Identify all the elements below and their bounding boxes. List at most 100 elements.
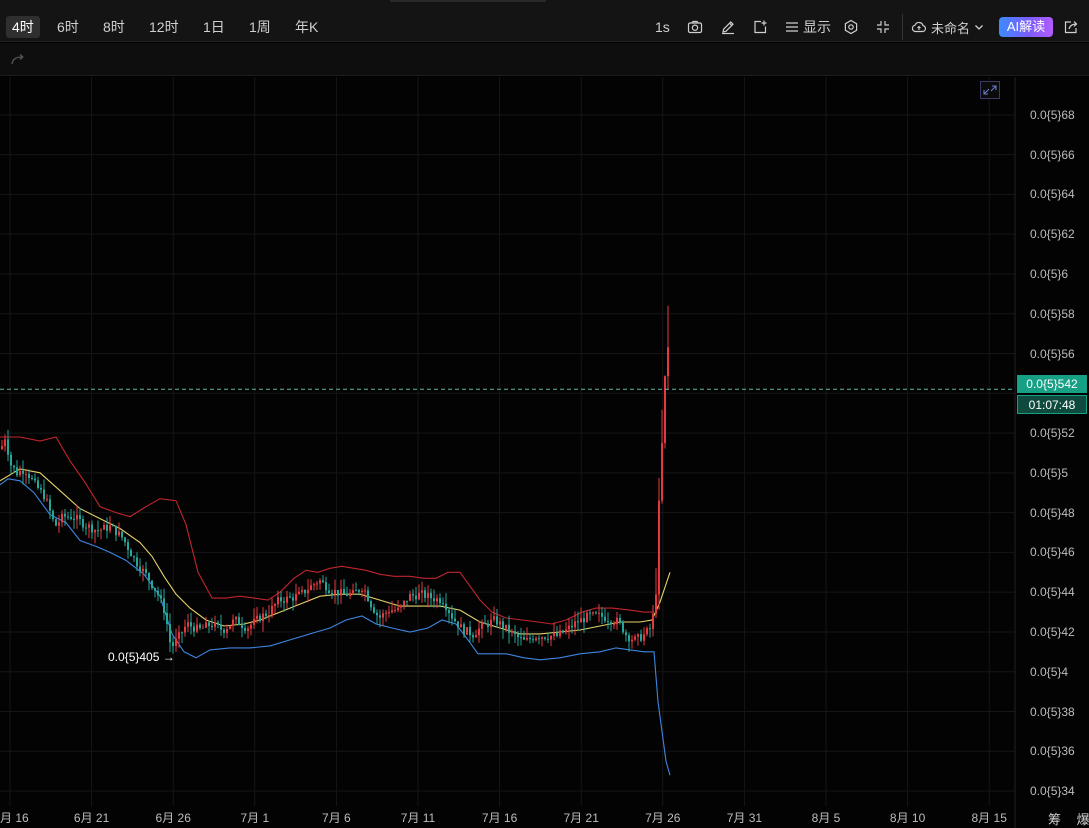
candle xyxy=(430,588,432,607)
screenshot-button[interactable] xyxy=(687,16,703,38)
candle-body xyxy=(457,621,459,628)
candle-body xyxy=(361,590,363,592)
interval-6h[interactable]: 6时 xyxy=(51,16,85,38)
candle xyxy=(445,593,447,617)
candle xyxy=(478,620,480,643)
candle xyxy=(97,520,99,538)
candle xyxy=(241,617,243,638)
candle-body xyxy=(142,568,144,572)
candle-body xyxy=(31,478,33,480)
candle xyxy=(76,504,78,529)
price-tick: 0.0{5}46 xyxy=(1030,545,1075,560)
replay-speed-button[interactable]: 1s xyxy=(655,16,670,38)
candle-body xyxy=(655,594,657,614)
candle-body xyxy=(289,596,291,598)
candle-body xyxy=(358,590,360,592)
candle xyxy=(88,521,90,539)
candle xyxy=(475,629,477,638)
candlestick-chart[interactable] xyxy=(0,77,1089,828)
candle-body xyxy=(481,622,483,629)
candle-body xyxy=(64,513,66,517)
candle-body xyxy=(259,615,261,622)
redo-button[interactable] xyxy=(10,52,26,71)
candle xyxy=(16,460,18,477)
candle xyxy=(202,624,204,629)
layout-selector[interactable]: 未命名 xyxy=(911,16,985,38)
interval-1w[interactable]: 1周 xyxy=(243,16,277,38)
candle xyxy=(625,629,627,642)
interval-12h[interactable]: 12时 xyxy=(143,16,185,38)
add-indicator-button[interactable] xyxy=(752,16,768,38)
candle-body xyxy=(193,626,195,632)
settings-icon xyxy=(844,19,858,35)
candle xyxy=(550,634,552,647)
price-tick: 0.0{5}44 xyxy=(1030,585,1075,600)
candle-body xyxy=(451,613,453,619)
price-tick: 0.0{5}62 xyxy=(1030,227,1075,242)
candle xyxy=(1,439,3,451)
candle xyxy=(415,586,417,605)
candle-body xyxy=(394,610,396,612)
fullscreen-button[interactable] xyxy=(980,81,1000,104)
candle-body xyxy=(277,597,279,605)
candle xyxy=(124,536,126,547)
candle-body xyxy=(469,627,471,636)
candle xyxy=(658,477,660,610)
candle-body xyxy=(148,572,150,581)
candle xyxy=(607,612,609,630)
candle-body xyxy=(625,632,627,636)
candle-body xyxy=(13,465,15,468)
candle xyxy=(229,625,231,630)
candle-body xyxy=(658,500,660,595)
display-settings-button[interactable]: 显示 xyxy=(785,16,831,38)
display-label: 显示 xyxy=(803,19,831,35)
layout-name: 未命名 xyxy=(931,20,971,36)
candle xyxy=(73,510,75,529)
candle-body xyxy=(601,612,603,617)
interval-4h[interactable]: 4时 xyxy=(6,16,40,38)
candle xyxy=(406,600,408,606)
candle-body xyxy=(10,454,12,466)
candle-body xyxy=(496,616,498,625)
candle-body xyxy=(124,537,126,543)
ai-interpret-button[interactable]: AI解读 xyxy=(999,17,1053,37)
candle-body xyxy=(619,617,621,622)
candle-body xyxy=(7,439,9,455)
candle xyxy=(163,588,165,621)
candle xyxy=(586,609,588,623)
collapse-button[interactable] xyxy=(875,16,891,38)
candle xyxy=(382,609,384,626)
drawing-subbar xyxy=(0,43,1089,76)
candle-body xyxy=(76,515,78,520)
price-tick: 0.0{5}36 xyxy=(1030,744,1075,759)
toolbar-divider xyxy=(902,14,903,40)
time-tick: 8月 5 xyxy=(811,811,841,825)
candle-body xyxy=(652,613,654,629)
draw-button[interactable] xyxy=(720,16,736,38)
interval-1y[interactable]: 年K xyxy=(289,16,324,38)
candle-body xyxy=(97,530,99,532)
price-chart[interactable]: 0.0{5}68 0.0{5}66 0.0{5}64 0.0{5}62 0.0{5}6 0… xyxy=(0,77,1089,828)
candle-body xyxy=(514,631,516,635)
candle-body xyxy=(493,616,495,620)
candle xyxy=(313,582,315,591)
candle xyxy=(295,583,297,606)
interval-1d[interactable]: 1日 xyxy=(197,16,231,38)
candle-countdown: 01:07:48 xyxy=(1017,395,1087,414)
share-button[interactable] xyxy=(1063,16,1079,38)
chevron-down-icon xyxy=(975,25,983,30)
candle xyxy=(598,604,600,623)
candle-body xyxy=(256,615,258,619)
chart-settings-button[interactable] xyxy=(843,16,859,38)
candle xyxy=(268,605,270,623)
candle-body xyxy=(229,625,231,629)
candle xyxy=(82,515,84,532)
price-tick: 0.0{5}58 xyxy=(1030,306,1075,321)
candle xyxy=(622,620,624,635)
candle-body xyxy=(238,617,240,626)
interval-8h[interactable]: 8时 xyxy=(97,16,131,38)
candle-body xyxy=(166,612,168,625)
collapse-icon xyxy=(877,21,889,33)
price-tick: 0.0{5}64 xyxy=(1030,187,1075,202)
candle-body xyxy=(130,550,132,557)
